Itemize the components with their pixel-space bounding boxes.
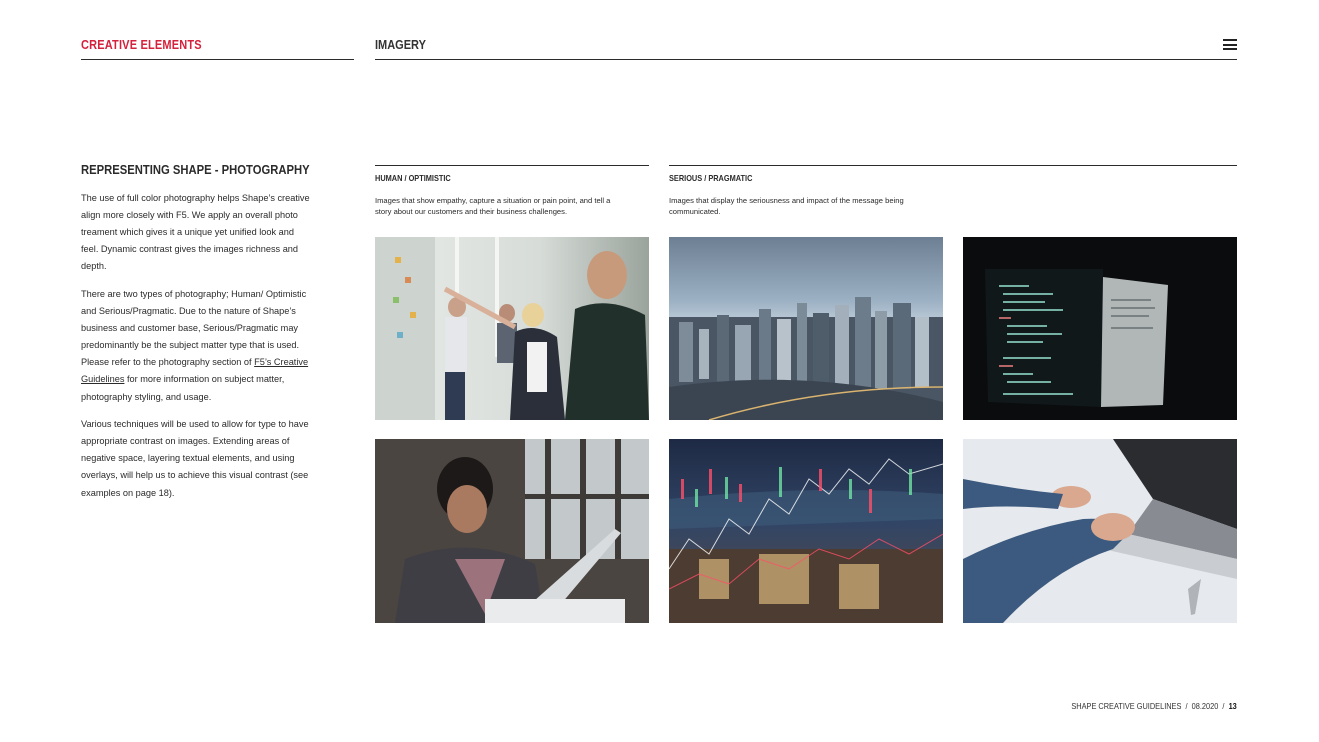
photo-team-whiteboard: [375, 237, 649, 420]
footer-separator: /: [1222, 702, 1225, 711]
intro-paragraph-1: The use of full color photography helps …: [81, 193, 310, 272]
section-title: CREATIVE ELEMENTS: [81, 38, 202, 52]
header-topic: IMAGERY: [375, 36, 1237, 60]
category-human-label: HUMAN / OPTIMISTIC: [375, 173, 451, 183]
hamburger-menu-icon[interactable]: [1223, 39, 1237, 50]
category-human-desc: Images that show empathy, capture a situ…: [375, 196, 611, 216]
category-serious-desc: Images that display the seriousness and …: [669, 196, 904, 216]
header-section: CREATIVE ELEMENTS: [81, 36, 354, 60]
intro-body: The use of full color photography helps …: [81, 190, 311, 512]
footer-separator: /: [1185, 702, 1188, 711]
category-human: HUMAN / OPTIMISTIC Images that show empa…: [375, 165, 649, 217]
para2-text-start: There are two types of photography; Huma…: [81, 288, 307, 368]
photo-code-screen: [963, 237, 1237, 420]
category-serious-label: SERIOUS / PRAGMATIC: [669, 173, 753, 183]
photo-woman-laptop: [375, 439, 649, 623]
intro-title: REPRESENTING SHAPE - PHOTOGRAPHY: [81, 163, 310, 177]
intro-paragraph-2: There are two types of photography; Huma…: [81, 286, 311, 406]
intro-paragraph-3: Various techniques will be used to allow…: [81, 419, 309, 498]
photo-port-data-overlay: [669, 439, 943, 623]
footer-page-number: 13: [1228, 702, 1237, 711]
page-topic: IMAGERY: [375, 38, 426, 52]
photo-hands-laptop: [963, 439, 1237, 623]
photo-city-skyline: [669, 237, 943, 420]
category-serious: SERIOUS / PRAGMATIC Images that display …: [669, 165, 1237, 217]
footer-doc-title: SHAPE CREATIVE GUIDELINES: [1071, 702, 1182, 711]
page-footer: SHAPE CREATIVE GUIDELINES / 08.2020 / 13: [1072, 702, 1237, 711]
footer-date: 08.2020: [1191, 702, 1219, 711]
